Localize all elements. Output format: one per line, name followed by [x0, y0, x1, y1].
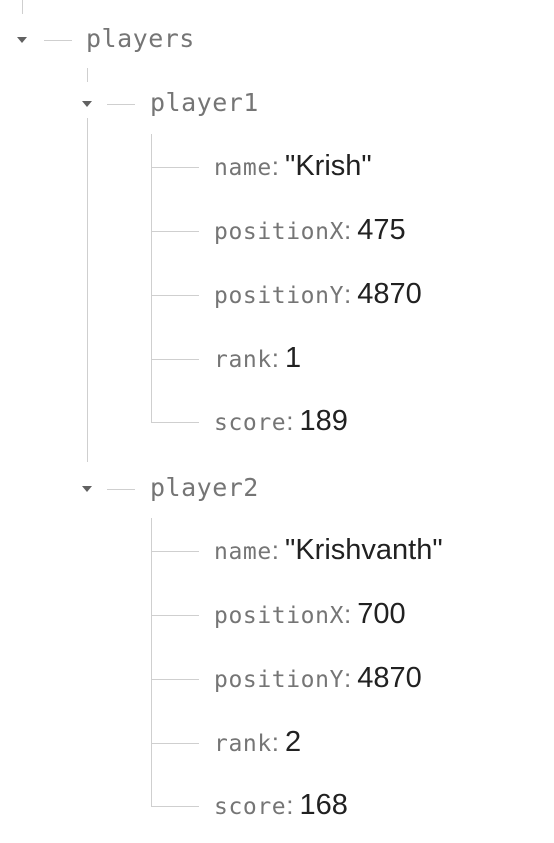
connector-line [151, 167, 199, 168]
field-value[interactable]: "Krish" [285, 150, 372, 182]
field-row-rank[interactable]: rank: 2 [214, 724, 301, 760]
field-key: positionX [214, 603, 345, 629]
connector-line [107, 489, 135, 490]
field-key: name [214, 539, 272, 565]
field-key: rank [214, 731, 272, 757]
field-key: name [214, 155, 272, 181]
field-row-positionx[interactable]: positionX: 700 [214, 596, 406, 632]
field-separator: : [344, 215, 352, 245]
field-value[interactable]: 700 [357, 598, 405, 630]
node-key-player2[interactable]: player2 [150, 473, 259, 503]
connector-line [151, 422, 199, 423]
field-row-name[interactable]: name: "Krishvanth" [214, 532, 443, 568]
field-value[interactable]: 4870 [357, 662, 422, 694]
field-row-rank[interactable]: rank: 1 [214, 340, 301, 376]
field-key: positionY [214, 283, 345, 309]
field-row-score[interactable]: score: 168 [214, 787, 348, 823]
field-value[interactable]: 1 [285, 342, 301, 374]
connector-line [151, 806, 199, 807]
connector-line [151, 231, 199, 232]
field-row-score[interactable]: score: 189 [214, 403, 348, 439]
connector-line [151, 295, 199, 296]
field-separator: : [271, 535, 280, 565]
field-value[interactable]: "Krishvanth" [285, 534, 443, 566]
connector-line [87, 68, 88, 82]
connector-line [87, 118, 88, 462]
connector-line [151, 615, 199, 616]
expand-toggle-players[interactable] [14, 32, 30, 48]
field-key: score [214, 794, 287, 820]
connector-line [107, 104, 135, 105]
caret-down-icon [82, 101, 92, 107]
field-separator: : [344, 279, 352, 309]
field-separator: : [271, 727, 280, 757]
field-separator: : [344, 663, 352, 693]
connector-line [22, 0, 23, 14]
field-key: positionX [214, 219, 345, 245]
field-value[interactable]: 4870 [357, 278, 422, 310]
field-separator: : [344, 599, 352, 629]
caret-down-icon [17, 37, 27, 43]
node-key-player1[interactable]: player1 [150, 88, 259, 118]
field-row-positionx[interactable]: positionX: 475 [214, 212, 406, 248]
field-key: score [214, 410, 287, 436]
field-separator: : [271, 343, 280, 373]
node-key-players[interactable]: players [86, 24, 195, 54]
field-key: positionY [214, 667, 345, 693]
field-value[interactable]: 168 [299, 789, 347, 821]
field-row-name[interactable]: name: "Krish" [214, 148, 372, 184]
field-separator: : [271, 151, 280, 181]
connector-line [151, 518, 152, 806]
field-separator: : [286, 790, 294, 820]
field-value[interactable]: 2 [285, 726, 301, 758]
connector-line [151, 134, 152, 422]
expand-toggle-player1[interactable] [79, 96, 95, 112]
field-value[interactable]: 189 [299, 405, 347, 437]
caret-down-icon [82, 486, 92, 492]
field-value[interactable]: 475 [357, 214, 405, 246]
connector-line [151, 551, 199, 552]
field-row-positiony[interactable]: positionY: 4870 [214, 276, 422, 312]
connector-line [151, 743, 199, 744]
connector-line [151, 679, 199, 680]
connector-line [44, 40, 72, 41]
expand-toggle-player2[interactable] [79, 481, 95, 497]
field-row-positiony[interactable]: positionY: 4870 [214, 660, 422, 696]
connector-line [151, 359, 199, 360]
field-key: rank [214, 347, 272, 373]
field-separator: : [286, 406, 294, 436]
